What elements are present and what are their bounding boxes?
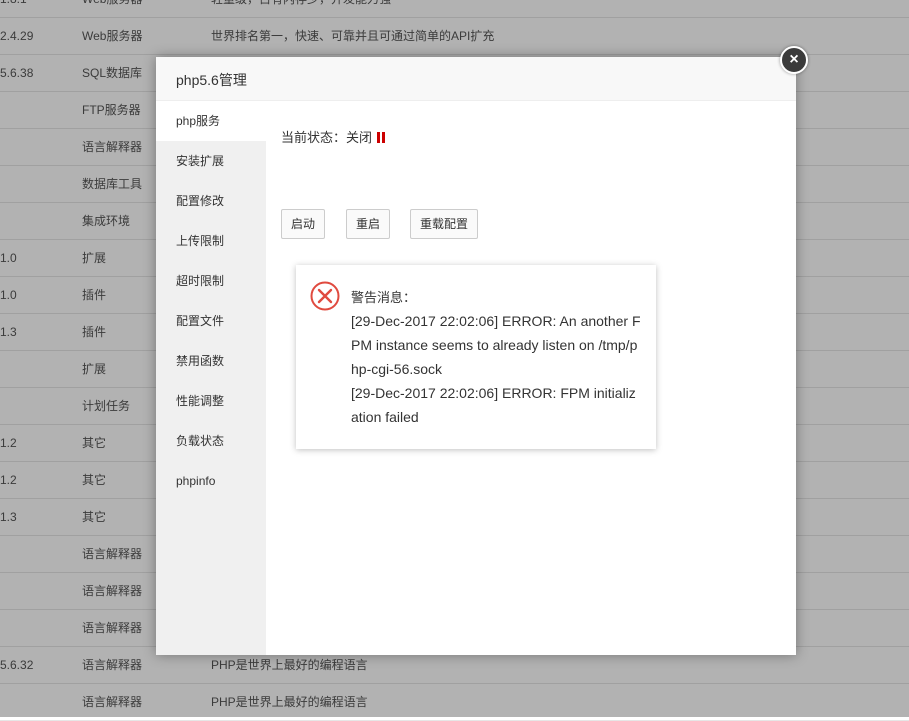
sidebar-item-timeout-limit[interactable]: 超时限制 (156, 261, 266, 301)
dialog-title: php5.6管理 (156, 57, 796, 101)
sidebar-item-install-extension[interactable]: 安装扩展 (156, 141, 266, 181)
restart-button[interactable]: 重启 (346, 209, 391, 239)
sidebar-item-performance[interactable]: 性能调整 (156, 381, 266, 421)
sidebar-item-config-edit[interactable]: 配置修改 (156, 181, 266, 221)
sidebar-item-php-service[interactable]: php服务 (156, 101, 266, 141)
alert-title: 警告消息： (351, 290, 417, 305)
sidebar-item-disabled-functions[interactable]: 禁用函数 (156, 341, 266, 381)
sidebar-item-phpinfo[interactable]: phpinfo (156, 461, 266, 501)
error-x-icon (310, 281, 340, 311)
alert-message: [29-Dec-2017 22:02:06] ERROR: An another… (351, 313, 641, 425)
warning-alert: 警告消息： [29-Dec-2017 22:02:06] ERROR: An a… (296, 265, 656, 449)
sidebar-item-load-status[interactable]: 负载状态 (156, 421, 266, 461)
service-status: 当前状态：关闭 (281, 127, 387, 146)
status-label: 当前状态：关闭 (281, 130, 373, 145)
start-button[interactable]: 启动 (281, 209, 326, 239)
reload-config-button[interactable]: 重载配置 (410, 209, 479, 239)
sidebar-item-config-file[interactable]: 配置文件 (156, 301, 266, 341)
close-icon[interactable]: × (780, 46, 808, 74)
stopped-icon (377, 131, 387, 146)
sidebar-item-upload-limit[interactable]: 上传限制 (156, 221, 266, 261)
dialog-sidebar: php服务 安装扩展 配置修改 上传限制 超时限制 配置文件 禁用函数 性能调整… (156, 101, 266, 655)
